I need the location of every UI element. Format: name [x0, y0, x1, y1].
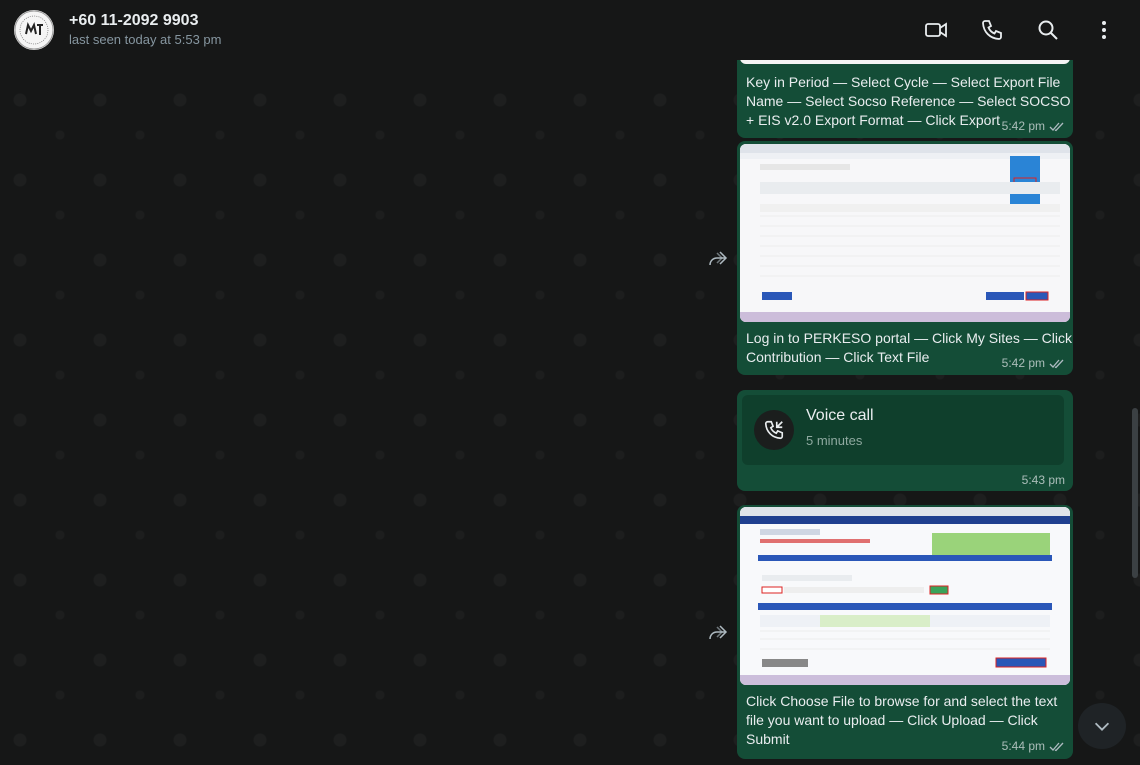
message-meta: 5:42 pm	[1002, 356, 1065, 370]
message-bubble[interactable]: Click Choose File to browse for and sele…	[737, 505, 1073, 759]
incoming-call-icon	[754, 410, 794, 450]
double-check-icon	[1049, 742, 1064, 751]
forward-icon[interactable]	[708, 249, 728, 267]
menu-icon[interactable]	[1088, 14, 1120, 46]
voice-call-card[interactable]: Voice call 5 minutes	[742, 395, 1064, 465]
scrollbar[interactable]	[1132, 408, 1138, 578]
chevron-down-icon	[1094, 722, 1110, 731]
avatar[interactable]	[14, 10, 54, 50]
call-title: Voice call	[806, 407, 874, 424]
message-time: 5:42 pm	[1001, 119, 1045, 133]
message-meta: 5:43 pm	[1022, 473, 1065, 487]
message-time: 5:42 pm	[1001, 356, 1045, 370]
message-bubble[interactable]: Key in Period — Select Cycle — Select Ex…	[737, 50, 1073, 138]
message-bubble[interactable]: Log in to PERKESO portal — Click My Site…	[737, 141, 1073, 375]
contact-info[interactable]: +60 11-2092 9903 last seen today at 5:53…	[69, 11, 221, 49]
screenshot-image[interactable]	[740, 144, 1070, 322]
message-meta: 5:44 pm	[1002, 739, 1065, 753]
video-call-icon[interactable]	[920, 14, 952, 46]
message-meta: 5:42 pm	[1002, 119, 1065, 133]
message-time: 5:44 pm	[1001, 739, 1045, 753]
contact-name: +60 11-2092 9903	[69, 12, 199, 29]
chat-header: +60 11-2092 9903 last seen today at 5:53…	[0, 0, 1140, 60]
search-icon[interactable]	[1032, 14, 1064, 46]
last-seen-status: last seen today at 5:53 pm	[69, 32, 222, 47]
double-check-icon	[1049, 359, 1064, 368]
screenshot-image[interactable]	[740, 507, 1070, 685]
message-time: 5:43 pm	[1021, 473, 1065, 487]
voice-call-icon[interactable]	[976, 14, 1008, 46]
call-duration: 5 minutes	[806, 433, 863, 448]
double-check-icon	[1049, 122, 1064, 131]
call-message-bubble[interactable]: Voice call 5 minutes 5:43 pm	[737, 390, 1073, 491]
forward-icon[interactable]	[708, 623, 728, 641]
scroll-to-bottom-button[interactable]	[1078, 703, 1126, 749]
